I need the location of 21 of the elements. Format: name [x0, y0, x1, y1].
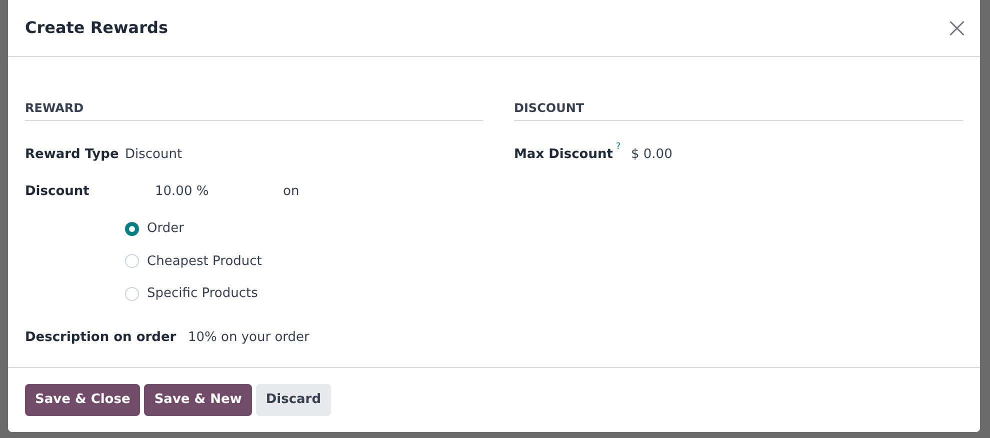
discount-input[interactable]: 10.00 %	[155, 182, 283, 201]
footer-button[interactable]: Discard	[256, 384, 332, 416]
footer-button[interactable]: Save & Close	[25, 384, 140, 416]
radio-option[interactable]: Order	[125, 219, 184, 238]
field-label: Discount	[25, 182, 90, 200]
close-button[interactable]: ×	[942, 13, 972, 43]
description-input[interactable]: 10% on your order	[188, 328, 310, 347]
radio-option[interactable]: Cheapest Product	[125, 252, 262, 271]
reward-type-select[interactable]: Discount	[125, 145, 182, 164]
dialog-title: Create Rewards	[25, 17, 168, 39]
max-discount-input[interactable]: $ 0.00	[631, 145, 672, 164]
section-heading: DISCOUNT	[514, 99, 963, 121]
field-label: Max Discount	[514, 146, 613, 164]
field-label: Description on order	[25, 328, 176, 346]
radio-option[interactable]: Specific Products	[125, 284, 258, 304]
radio-button[interactable]	[125, 222, 139, 236]
field-text: on	[283, 182, 300, 200]
footer-button[interactable]: Save & New	[144, 384, 252, 416]
help-tooltip[interactable]: ?	[616, 141, 621, 154]
section-heading: REWARD	[25, 99, 483, 121]
field-label: Reward Type	[25, 146, 120, 164]
